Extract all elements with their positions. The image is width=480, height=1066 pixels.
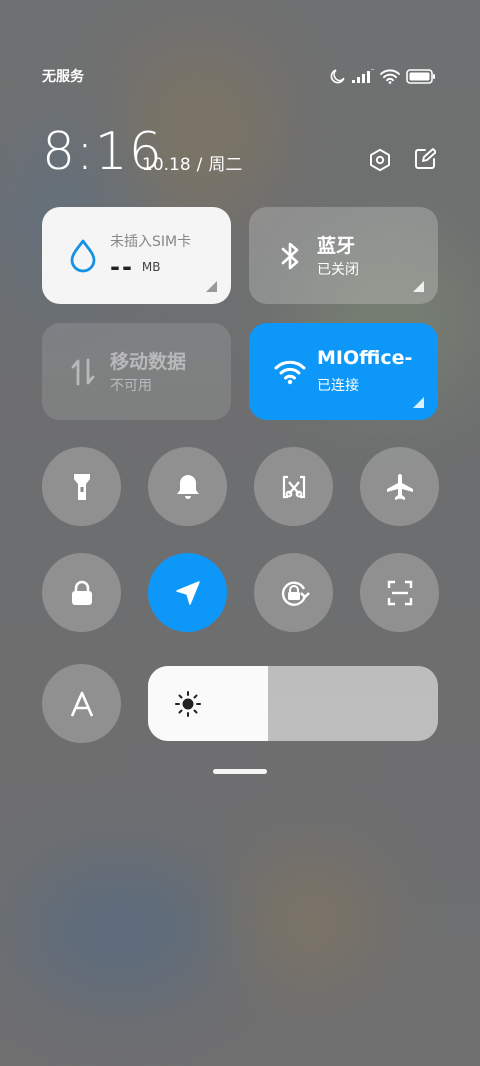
bluetooth-tile[interactable]: 蓝牙 已关闭	[249, 207, 438, 304]
rotation-lock-toggle[interactable]	[254, 553, 333, 632]
data-usage-title: 未插入SIM卡	[110, 234, 192, 250]
expand-corner-icon[interactable]	[413, 281, 424, 292]
rotation-lock-icon	[281, 581, 310, 606]
data-usage-tile[interactable]: 未插入SIM卡 -- MB	[42, 207, 231, 304]
auto-brightness-icon	[70, 691, 93, 717]
battery-icon	[406, 68, 436, 84]
water-drop-icon	[66, 239, 100, 273]
drag-handle[interactable]	[213, 769, 267, 774]
auto-brightness-toggle[interactable]	[42, 664, 121, 743]
flashlight-icon	[73, 473, 90, 500]
sun-icon	[174, 690, 202, 722]
brightness-slider-fill	[148, 666, 269, 741]
bell-icon	[176, 474, 199, 499]
wifi-network-name: MIOffice-	[317, 347, 413, 369]
mobile-data-title: 移动数据	[110, 351, 187, 373]
clock-row: 8:16 10.18/周二	[42, 122, 436, 182]
airplane-toggle[interactable]	[360, 447, 439, 526]
edit-button[interactable]	[414, 148, 436, 172]
airplane-icon	[386, 473, 413, 500]
signal-icon	[352, 69, 374, 83]
brightness-slider[interactable]	[148, 666, 438, 741]
expand-corner-icon[interactable]	[413, 397, 424, 408]
status-icons	[330, 68, 436, 84]
wifi-icon	[273, 355, 307, 389]
location-toggle[interactable]	[148, 553, 227, 632]
carrier-label: 无服务	[42, 69, 84, 85]
expand-corner-icon[interactable]	[206, 281, 217, 292]
data-usage-value: -- MB	[110, 253, 161, 281]
date-value: 10.18	[142, 155, 191, 175]
clock-date: 10.18/周二	[142, 152, 242, 178]
mobile-data-status: 不可用	[110, 378, 152, 394]
mobile-data-tile[interactable]: 移动数据 不可用	[42, 323, 231, 420]
settings-icon	[370, 148, 390, 172]
moon-icon	[330, 68, 346, 84]
wifi-status: 已连接	[317, 378, 359, 394]
wifi-tile[interactable]: MIOffice- 已连接	[249, 323, 438, 420]
bluetooth-title: 蓝牙	[317, 235, 356, 257]
date-separator: /	[196, 155, 203, 175]
lock-icon	[71, 580, 92, 605]
location-icon	[175, 580, 200, 605]
screenshot-icon	[282, 475, 305, 498]
weekday-value: 周二	[208, 155, 243, 175]
wifi-status-icon	[380, 69, 400, 84]
settings-button[interactable]	[368, 148, 392, 172]
status-bar: 无服务	[42, 64, 436, 88]
ring-toggle[interactable]	[148, 447, 227, 526]
flashlight-toggle[interactable]	[42, 447, 121, 526]
screenshot-toggle[interactable]	[254, 447, 333, 526]
scanner-toggle[interactable]	[360, 553, 439, 632]
scan-icon	[387, 580, 412, 605]
bluetooth-icon	[273, 239, 307, 273]
lock-screen-toggle[interactable]	[42, 553, 121, 632]
bluetooth-status: 已关闭	[317, 262, 359, 278]
edit-icon	[415, 148, 436, 169]
mobile-data-icon	[66, 355, 100, 389]
clock-actions	[368, 148, 436, 172]
